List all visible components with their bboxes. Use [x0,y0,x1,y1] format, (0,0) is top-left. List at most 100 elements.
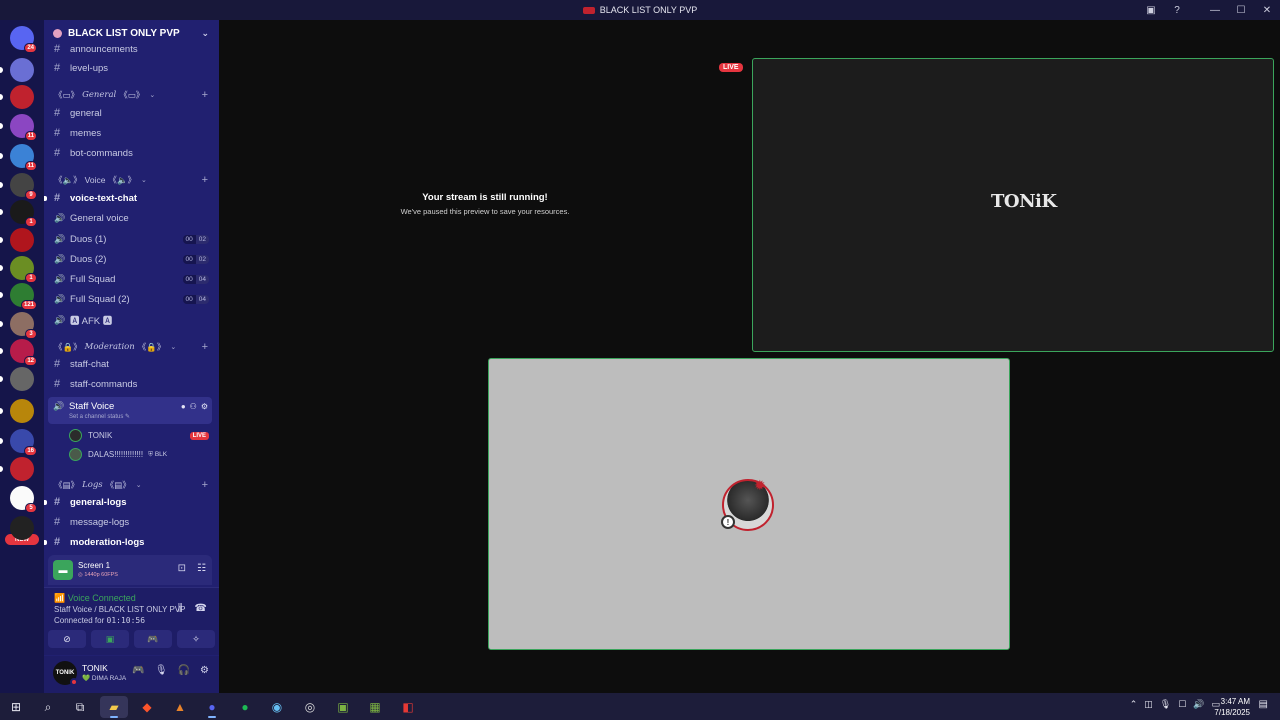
channel-message-logs[interactable]: # message-logs [48,513,215,531]
windows-start-icon[interactable]: ⊞ [2,696,30,718]
microphone-icon[interactable]: 🎙 [1160,699,1171,710]
participant-tile[interactable]: ✹ ! [488,358,1010,650]
status-indicator [70,678,78,686]
channel-status[interactable]: Set a channel status ✎ [69,413,130,420]
soundboard-button[interactable]: ✧ [177,630,215,648]
server-icon[interactable]: 1 [10,256,37,283]
user-limit-badge: 00 02 [182,234,209,244]
file-explorer-icon[interactable]: ▰ [100,696,128,718]
gear-icon[interactable]: ⚙ [201,402,208,411]
server-icon[interactable]: 16 [10,429,37,456]
gear-icon[interactable]: ⚙ [200,665,209,676]
voice-channel-full-squad-2[interactable]: 🔊 Full Squad (2) 00 04 [48,290,215,308]
channel-voice-text-chat[interactable]: # voice-text-chat [44,189,215,207]
add-channel-icon[interactable]: + [202,341,208,353]
stop-stream-icon[interactable]: ⊡ [178,563,186,574]
channel-level-ups[interactable]: # level-ups [48,59,215,77]
network-icon[interactable]: ☐ [1178,699,1186,710]
server-icon[interactable]: 24 [10,26,37,53]
speaker-icon: 🔊 [54,293,66,304]
server-icon[interactable] [10,85,34,109]
server-icon[interactable]: 121 [10,283,37,310]
close-button[interactable]: ✕ [1254,0,1280,20]
microphone-icon[interactable]: 🎙 [155,665,168,676]
channel-label: announcements [70,43,138,55]
volume-icon[interactable]: 🔊 [1193,699,1204,710]
channel-moderation-logs[interactable]: # moderation-logs [44,533,215,551]
server-icon[interactable]: 9 [10,173,37,200]
server-icon[interactable]: 12 [10,339,37,366]
voice-user-dalas[interactable]: DALAS!!!!!!!!!!!!! ⛨ BLK [69,446,212,463]
invite-icon[interactable]: ⚇ [190,402,197,411]
server-icon[interactable]: 11 [10,114,37,141]
voice-channel-afk[interactable]: 🔊 🅰 AFK 🅰 [48,311,215,329]
server-icon[interactable] [10,367,34,391]
server-icon[interactable]: 5 [10,486,37,513]
task-view-icon[interactable]: ⧉ [66,696,94,718]
voice-location[interactable]: Staff Voice / BLACK LIST ONLY PVP [54,605,185,614]
search-icon[interactable]: ⌕ [34,696,62,718]
voice-user-tonik[interactable]: TONIK LIVE [69,427,212,444]
spotify-icon[interactable]: ● [231,696,259,718]
chevron-up-icon[interactable]: ⌃ [1130,699,1138,710]
camera-off-button[interactable]: ⊘ [48,630,86,648]
notification-icon[interactable]: ▤ [1259,699,1268,710]
activities-button[interactable]: 🎮 [134,630,172,648]
channel-bot-commands[interactable]: # bot-commands [48,144,215,162]
server-icon[interactable] [10,228,34,252]
noise-suppression-icon[interactable]: ⫼ [178,603,183,614]
store-icon[interactable]: ▦ [361,696,389,718]
headphones-icon[interactable]: 🎧 [178,665,190,676]
voice-channel-general[interactable]: 🔊 General voice [48,209,215,227]
server-icon[interactable]: 1 [10,200,37,227]
channel-general-logs[interactable]: # general-logs [44,493,215,511]
help-icon[interactable]: ? [1164,0,1190,20]
server-icon[interactable]: 3 [10,312,37,339]
stream-tile[interactable]: TONiK [752,58,1274,352]
brave-browser-icon[interactable]: ◆ [133,696,161,718]
voice-channel-duos-2[interactable]: 🔊 Duos (2) 00 02 [48,250,215,268]
chevron-down-icon[interactable]: ⌄ [201,28,209,39]
discord-icon[interactable]: ● [198,696,226,718]
screen-share-panel[interactable]: ▬ Screen 1 ◎ 1440p 60FPS ⊡ ☷ [48,555,212,585]
android-app-icon[interactable]: ▣ [329,696,357,718]
server-icon[interactable] [10,516,34,540]
chat-bubble-icon[interactable]: ● [181,402,186,411]
channel-announcements[interactable]: # announcements [48,40,215,58]
channel-staff-commands[interactable]: # staff-commands [48,375,215,393]
voice-channel-full-squad[interactable]: 🔊 Full Squad 00 04 [48,270,215,288]
screen-share-button[interactable]: ▣ [91,630,129,648]
avatar[interactable]: TONIK [53,661,78,686]
stream-settings-icon[interactable]: ☷ [197,563,206,574]
server-icon[interactable] [10,457,34,481]
maximize-button[interactable]: ☐ [1228,0,1254,20]
app-icon[interactable]: ▲ [166,696,194,718]
server-icon[interactable] [10,58,34,82]
tray-app-icon[interactable]: ◫ [1144,699,1153,710]
game-controller-icon[interactable]: 🎮 [132,665,144,676]
minimize-button[interactable]: — [1202,0,1228,20]
category-voice[interactable]: 《 🔈 》 Voice 《 🔈 》 ⌄ + [54,173,214,187]
channel-label: Duos (1) [70,233,107,245]
app-red-icon[interactable]: ◧ [394,696,422,718]
category-label: General [82,90,117,100]
category-moderation[interactable]: 《 🔒 》 Moderation 《 🔒 》 ⌄ + [54,340,214,354]
add-channel-icon[interactable]: + [202,174,208,186]
steam-icon[interactable]: ◉ [263,696,291,718]
voice-channel-staff-voice[interactable]: 🔊 Staff Voice Set a channel status ✎ ● ⚇… [48,397,212,424]
add-channel-icon[interactable]: + [202,479,208,491]
inbox-icon[interactable]: ▣ [1138,0,1164,20]
channel-memes[interactable]: # memes [48,124,215,142]
clock[interactable]: 3:47 AM 7/18/2025 [1214,696,1250,718]
unread-pill [0,466,3,472]
add-channel-icon[interactable]: + [202,89,208,101]
disconnect-icon[interactable]: ☎ [195,603,207,614]
channel-general[interactable]: # general [48,104,215,122]
voice-channel-duos-1[interactable]: 🔊 Duos (1) 00 02 [48,230,215,248]
category-logs[interactable]: 《 ▤ 》 Logs 《 ▤ 》 ⌄ + [54,478,214,492]
server-icon[interactable]: 11 [10,144,37,171]
game-app-icon[interactable]: ◎ [296,696,324,718]
server-icon[interactable] [10,399,34,423]
category-general[interactable]: 《 ▭ 》 General 《 ▭ 》 ⌄ + [54,88,214,102]
channel-staff-chat[interactable]: # staff-chat [48,355,215,373]
